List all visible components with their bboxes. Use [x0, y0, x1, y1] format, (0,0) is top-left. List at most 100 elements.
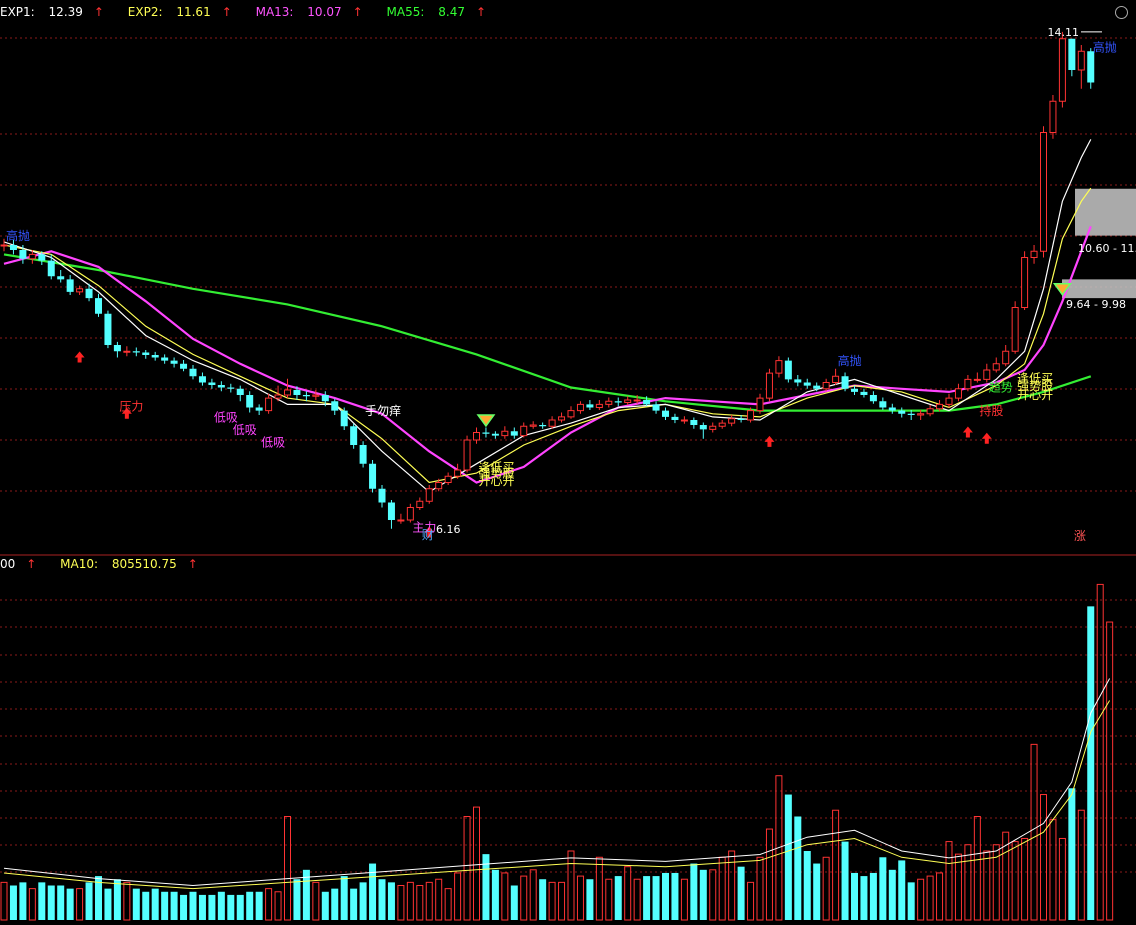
volume-bar-34 — [321, 891, 329, 920]
candle-body-55 — [520, 425, 528, 437]
candle-body-71 — [671, 416, 679, 420]
volume-bar-53 — [501, 872, 509, 921]
candle-30 — [284, 378, 291, 399]
candle-27 — [255, 404, 263, 415]
volume-bar-65 — [614, 876, 622, 920]
candle-80 — [756, 393, 764, 414]
candle-body-70 — [662, 410, 669, 417]
candle-body-5 — [47, 260, 55, 277]
label-zone-upper: 10.60 - 11. — [1078, 242, 1136, 255]
candle-body-111 — [1049, 100, 1057, 133]
candle-73 — [690, 417, 698, 429]
candle-body-35 — [331, 401, 339, 411]
signal-text-1: 压力 — [119, 400, 143, 414]
candle-64 — [605, 397, 613, 408]
volume-bar-102 — [964, 844, 972, 921]
volume-bar-85 — [803, 851, 811, 920]
stock-chart[interactable]: 14.11 6.16 10.60 - 11. 9.64 - 9.98 高抛压力低吸低吸… — [0, 0, 1136, 925]
candle-84 — [794, 375, 802, 387]
candle-47 — [444, 472, 452, 485]
candle-76 — [718, 420, 726, 429]
volume-bar-56 — [529, 869, 537, 921]
label-zone-lower: 9.64 - 9.98 — [1066, 298, 1126, 311]
volume-bar-11 — [104, 888, 112, 920]
candle-body-20 — [189, 368, 197, 377]
candle-body-3 — [28, 253, 36, 260]
candle-body-4 — [38, 254, 46, 261]
candle-body-65 — [614, 401, 622, 403]
volume-ma10-line — [3, 678, 1111, 890]
volume-bar-109 — [1030, 743, 1038, 921]
volume-bar-79 — [747, 881, 755, 921]
volume-bar-0 — [0, 881, 8, 921]
candle-20 — [189, 365, 197, 380]
candle-36 — [340, 407, 348, 430]
volume-bar-27 — [255, 891, 263, 920]
candle-66 — [624, 396, 632, 405]
volume-bar-88 — [832, 809, 840, 921]
volume-bar-18 — [170, 891, 178, 920]
candle-body-59 — [558, 416, 566, 421]
candle-52 — [491, 431, 499, 439]
volume-bar-83 — [784, 794, 792, 920]
candle-12 — [113, 341, 121, 358]
candle-body-26 — [246, 395, 254, 408]
candle-body-60 — [567, 410, 575, 418]
candle-62 — [586, 400, 594, 410]
candle-body-103 — [973, 378, 981, 381]
candle-body-104 — [983, 369, 991, 380]
candle-body-64 — [605, 400, 613, 405]
volume-bar-9 — [85, 882, 93, 920]
volume-bar-71 — [671, 872, 679, 920]
candle-body-41 — [387, 502, 395, 520]
volume-bar-115 — [1087, 606, 1095, 920]
candle-body-42 — [397, 519, 405, 522]
candle-body-56 — [529, 424, 537, 427]
candle-70 — [662, 407, 669, 420]
candle-body-108 — [1021, 257, 1029, 308]
volume-bar-62 — [586, 879, 594, 920]
candle-body-52 — [491, 433, 499, 436]
candle-body-109 — [1030, 250, 1038, 258]
volume-bar-76 — [718, 856, 726, 921]
candle-body-46 — [435, 482, 443, 490]
volume-ma10-polyline — [3, 700, 1111, 890]
corner-circle-icon[interactable] — [1115, 6, 1128, 19]
candle-body-43 — [406, 507, 414, 521]
candle-44 — [416, 497, 424, 510]
volume-bar-49 — [463, 816, 471, 921]
volume-bar-26 — [246, 891, 254, 920]
volume-bar-20 — [189, 891, 197, 920]
signal-text-3: 低吸 — [233, 423, 257, 437]
candle-body-91 — [860, 391, 868, 395]
candle-body-74 — [699, 425, 707, 430]
candle-51 — [482, 427, 490, 438]
volume-ma5-polyline — [3, 678, 1111, 887]
volume-bar-111 — [1049, 819, 1057, 921]
volume-bar-8 — [76, 888, 84, 921]
volume-bar-4 — [38, 882, 46, 920]
buy-arrow-icon-0 — [74, 351, 85, 363]
volume-bar-5 — [47, 885, 55, 920]
candle-body-69 — [652, 404, 660, 411]
candle-7 — [66, 275, 74, 295]
candle-body-31 — [293, 390, 301, 395]
volume-bar-84 — [794, 816, 802, 920]
candle-102 — [964, 375, 972, 392]
candle-body-105 — [992, 363, 1000, 371]
candle-body-24 — [227, 387, 235, 389]
volume-bar-48 — [454, 872, 462, 921]
volume-bar-80 — [756, 856, 764, 921]
candle-body-10 — [95, 298, 102, 314]
buy-arrow-icon-3 — [764, 435, 775, 447]
candle-body-86 — [813, 385, 821, 389]
volume-bar-103 — [973, 816, 981, 921]
signal-text-18: 涨 — [1074, 528, 1086, 543]
candle-body-96 — [907, 413, 915, 415]
candle-91 — [860, 388, 868, 398]
volume-bar-47 — [444, 888, 452, 921]
candle-88 — [832, 368, 840, 385]
candle-5 — [47, 254, 55, 280]
legend-exp2: EXP2: 11.61 ↑ — [127, 5, 232, 19]
candle-body-49 — [463, 439, 471, 471]
